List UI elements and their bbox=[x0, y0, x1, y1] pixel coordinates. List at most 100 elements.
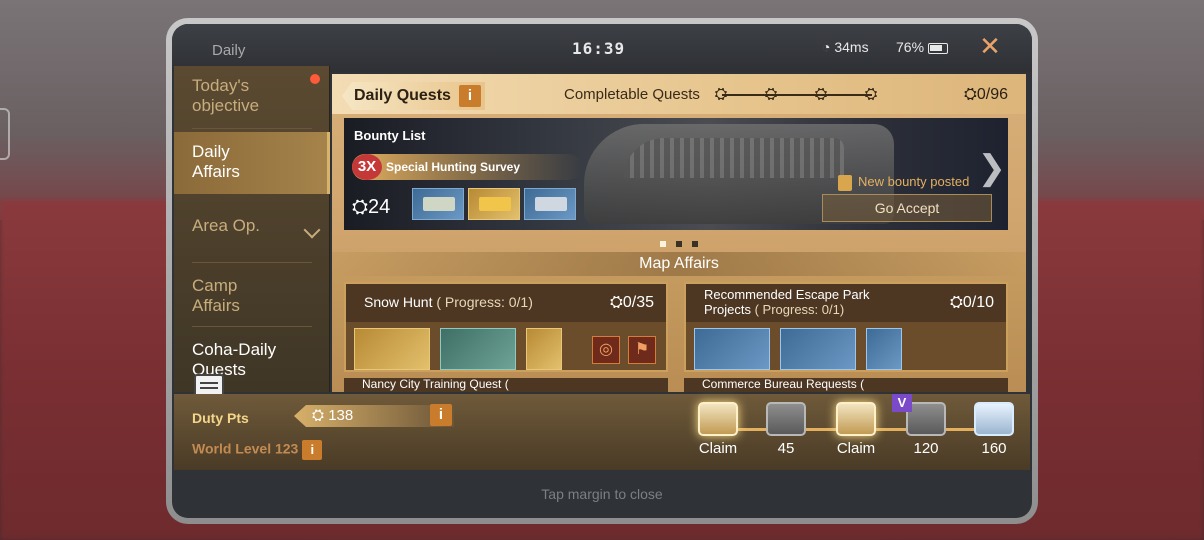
duty-pts-label: Duty Pts bbox=[192, 410, 249, 426]
quest-card-escape-park[interactable]: Recommended Escape Park Projects ( Progr… bbox=[684, 282, 1008, 372]
daily-panel: Daily 16:39 ◔ 34ms 76% ✕ Today's objecti… bbox=[172, 24, 1032, 518]
go-accept-button[interactable]: Go Accept bbox=[822, 194, 992, 222]
card-title: Snow Hunt ( Progress: 0/1) bbox=[364, 294, 533, 310]
reward-tile-coin[interactable] bbox=[694, 328, 770, 370]
milestone-icon: ⛭ bbox=[764, 86, 778, 103]
card-header: Recommended Escape Park Projects ( Progr… bbox=[686, 284, 1006, 322]
ping-indicator: ◔ 34ms bbox=[822, 39, 869, 55]
info-icon[interactable]: i bbox=[430, 404, 452, 426]
document-icon bbox=[838, 174, 852, 191]
daily-quests-tab: Daily Quests i bbox=[342, 82, 485, 110]
points-icon: ⛭ bbox=[352, 196, 368, 218]
daily-quests-score-value: 0/96 bbox=[976, 86, 1008, 103]
duty-pts-number: 138 bbox=[328, 407, 354, 424]
bounty-tag: 3X Special Hunting Survey bbox=[352, 154, 582, 180]
duty-points-bar: Duty Pts ⛭ 138 i World Level 123 i Claim … bbox=[174, 394, 1030, 470]
sidebar-item-camp-affairs[interactable]: Camp Affairs bbox=[174, 266, 330, 328]
status-bar: Daily 16:39 ◔ 34ms 76% ✕ bbox=[172, 24, 1032, 72]
vip-badge: V bbox=[892, 394, 912, 412]
points-icon: ⛭ bbox=[610, 294, 623, 311]
sidebar-item-daily-affairs[interactable]: Daily Affairs bbox=[174, 132, 330, 194]
chest-icon[interactable] bbox=[836, 402, 876, 436]
pager-dot[interactable] bbox=[692, 241, 698, 247]
milestone-icon: ⛭ bbox=[714, 86, 728, 103]
train-stripes bbox=[624, 138, 844, 178]
milestone-icon: ⛭ bbox=[864, 86, 878, 103]
compass-icon[interactable]: ◎ bbox=[592, 336, 620, 364]
quest-card-peek[interactable]: Nancy City Training Quest ( bbox=[344, 378, 668, 392]
divider bbox=[192, 262, 312, 263]
wifi-icon: ◔ bbox=[822, 39, 831, 55]
chevron-down-icon bbox=[303, 221, 321, 239]
sidebar-item-label: Today's objective bbox=[192, 76, 260, 115]
reward-tile-cash[interactable] bbox=[780, 328, 856, 370]
points-icon: ⛭ bbox=[312, 407, 325, 424]
chevron-right-icon[interactable]: ❯ bbox=[978, 148, 1007, 188]
info-icon[interactable]: i bbox=[458, 85, 481, 107]
chest-icon[interactable] bbox=[766, 402, 806, 436]
chest-label: Claim bbox=[698, 440, 738, 457]
chest-icon[interactable] bbox=[906, 402, 946, 436]
chest-icon[interactable] bbox=[974, 402, 1014, 436]
close-icon[interactable]: ✕ bbox=[976, 32, 1004, 60]
completable-quests-label: Completable Quests bbox=[564, 86, 700, 103]
divider bbox=[192, 128, 312, 129]
divider bbox=[192, 326, 312, 327]
quest-card-snow-hunt[interactable]: Snow Hunt ( Progress: 0/1) ⛭0/35 ◎ ⚑ bbox=[344, 282, 668, 372]
reward-item[interactable] bbox=[524, 188, 576, 220]
bounty-banner[interactable]: Bounty List 3X Special Hunting Survey ⛭2… bbox=[344, 118, 1008, 230]
chest-icon[interactable] bbox=[698, 402, 738, 436]
reward-tile-gold-bar[interactable] bbox=[526, 328, 562, 370]
notification-dot bbox=[310, 74, 320, 84]
pager-dot[interactable] bbox=[660, 241, 666, 247]
sidebar-item-todays-objective[interactable]: Today's objective bbox=[174, 66, 330, 128]
card-title: Recommended Escape Park Projects ( Progr… bbox=[704, 287, 904, 317]
quest-card-peek[interactable]: Commerce Bureau Requests ( bbox=[684, 378, 1008, 392]
daily-quests-header: Daily Quests i Completable Quests ⛭ ⛭ ⛭ … bbox=[332, 74, 1026, 114]
clock: 16:39 bbox=[572, 39, 626, 58]
bounty-points: ⛭24 bbox=[352, 196, 390, 219]
tap-margin-hint[interactable]: Tap margin to close bbox=[172, 486, 1032, 502]
daily-quests-title: Daily Quests bbox=[354, 87, 451, 104]
card-score: ⛭0/10 bbox=[950, 294, 994, 312]
chest-label: 160 bbox=[981, 440, 1007, 457]
points-icon: ⛭ bbox=[950, 294, 963, 311]
card-title-text: Snow Hunt bbox=[364, 294, 433, 310]
reward-tile-item[interactable] bbox=[866, 328, 902, 370]
chest-label: 120 bbox=[913, 440, 939, 457]
sidebar: Today's objective Daily Affairs Area Op.… bbox=[174, 66, 330, 392]
sidebar-item-area-op[interactable]: Area Op. bbox=[174, 206, 330, 268]
bounty-points-value: 24 bbox=[368, 196, 391, 218]
battery-icon bbox=[928, 42, 949, 54]
milestone-line bbox=[722, 94, 872, 96]
ping-value: 34ms bbox=[834, 39, 869, 55]
battery-indicator: 76% bbox=[896, 39, 949, 55]
phone-frame: Daily 16:39 ◔ 34ms 76% ✕ Today's objecti… bbox=[166, 18, 1038, 524]
flag-icon[interactable]: ⚑ bbox=[628, 336, 656, 364]
card-progress: ( Progress: 0/1) bbox=[754, 302, 845, 317]
sidebar-item-label: Area Op. bbox=[192, 216, 261, 235]
chest-label: 45 bbox=[777, 440, 795, 457]
map-affairs-title: Map Affairs bbox=[332, 252, 1026, 276]
info-icon[interactable]: i bbox=[302, 440, 323, 460]
daily-quests-score: ⛭0/96 bbox=[964, 86, 1008, 104]
card-score: ⛭0/35 bbox=[610, 294, 654, 312]
chest-label: Claim bbox=[836, 440, 876, 457]
world-level-text: World Level 123 bbox=[192, 440, 299, 457]
card-score-value: 0/35 bbox=[622, 294, 654, 311]
map-affairs-section: Map Affairs Snow Hunt ( Progress: 0/1) ⛭… bbox=[332, 252, 1026, 392]
bounty-name: Special Hunting Survey bbox=[386, 160, 521, 174]
milestone-icon: ⛭ bbox=[814, 86, 828, 103]
pager-dot[interactable] bbox=[676, 241, 682, 247]
card-progress: ( Progress: 0/1) bbox=[436, 294, 533, 310]
banner-pager bbox=[660, 234, 708, 247]
points-icon: ⛭ bbox=[964, 86, 977, 103]
reward-item[interactable] bbox=[412, 188, 464, 220]
offscreen-edge-button bbox=[0, 108, 10, 160]
new-bounty-notice: New bounty posted bbox=[838, 174, 969, 191]
reward-tile-weapon[interactable] bbox=[440, 328, 516, 370]
reward-item[interactable] bbox=[468, 188, 520, 220]
reward-tile-chest[interactable] bbox=[354, 328, 430, 370]
sidebar-item-label: Daily Affairs bbox=[192, 142, 240, 181]
blueprint-icon bbox=[423, 197, 455, 211]
